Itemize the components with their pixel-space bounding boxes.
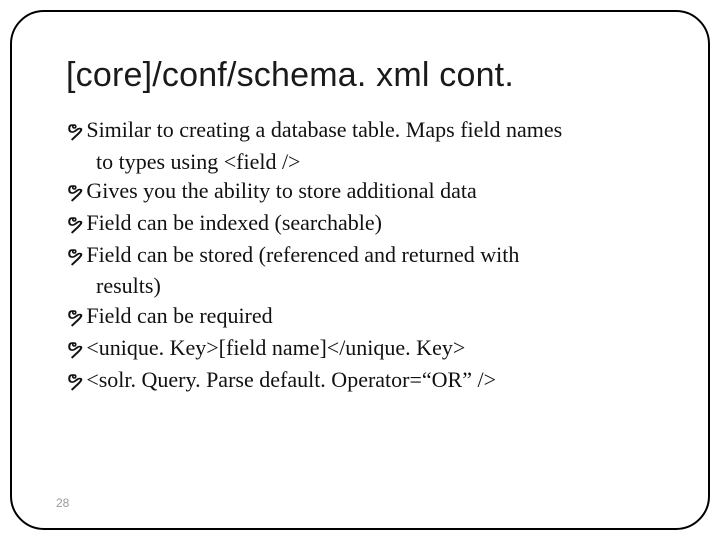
bullet-text: Gives you the ability to store additiona… xyxy=(82,176,654,206)
bullet-icon: ຯ xyxy=(66,208,80,238)
bullet-text: <solr. Query. Parse default. Operator=“O… xyxy=(82,365,654,395)
slide-title: [core]/conf/schema. xml cont. xyxy=(66,56,654,95)
list-item: ຯ Similar to creating a database table. … xyxy=(66,115,654,145)
list-item: ຯ Field can be indexed (searchable) xyxy=(66,208,654,238)
bullet-text: Field can be required xyxy=(82,301,654,331)
bullet-icon: ຯ xyxy=(66,240,80,270)
list-item: ຯ <unique. Key>[field name]</unique. Key… xyxy=(66,333,654,363)
bullet-icon: ຯ xyxy=(66,333,80,363)
list-item: ຯ Field can be stored (referenced and re… xyxy=(66,240,654,270)
slide-frame: [core]/conf/schema. xml cont. ຯ Similar … xyxy=(10,10,710,530)
bullet-text-cont: results) xyxy=(66,271,654,301)
bullet-text: <unique. Key>[field name]</unique. Key> xyxy=(82,333,654,363)
bullet-icon: ຯ xyxy=(66,365,80,395)
bullet-icon: ຯ xyxy=(66,176,80,206)
bullet-text-cont: to types using <field /> xyxy=(66,147,654,177)
list-item: ຯ Field can be required xyxy=(66,301,654,331)
bullet-text: Field can be indexed (searchable) xyxy=(82,208,654,238)
bullet-icon: ຯ xyxy=(66,301,80,331)
bullet-icon: ຯ xyxy=(66,115,80,145)
slide-number: 28 xyxy=(56,496,69,510)
list-item: ຯ <solr. Query. Parse default. Operator=… xyxy=(66,365,654,395)
bullet-text: Similar to creating a database table. Ma… xyxy=(82,115,654,145)
slide-body: ຯ Similar to creating a database table. … xyxy=(66,115,654,394)
list-item: ຯ Gives you the ability to store additio… xyxy=(66,176,654,206)
bullet-text: Field can be stored (referenced and retu… xyxy=(82,240,654,270)
